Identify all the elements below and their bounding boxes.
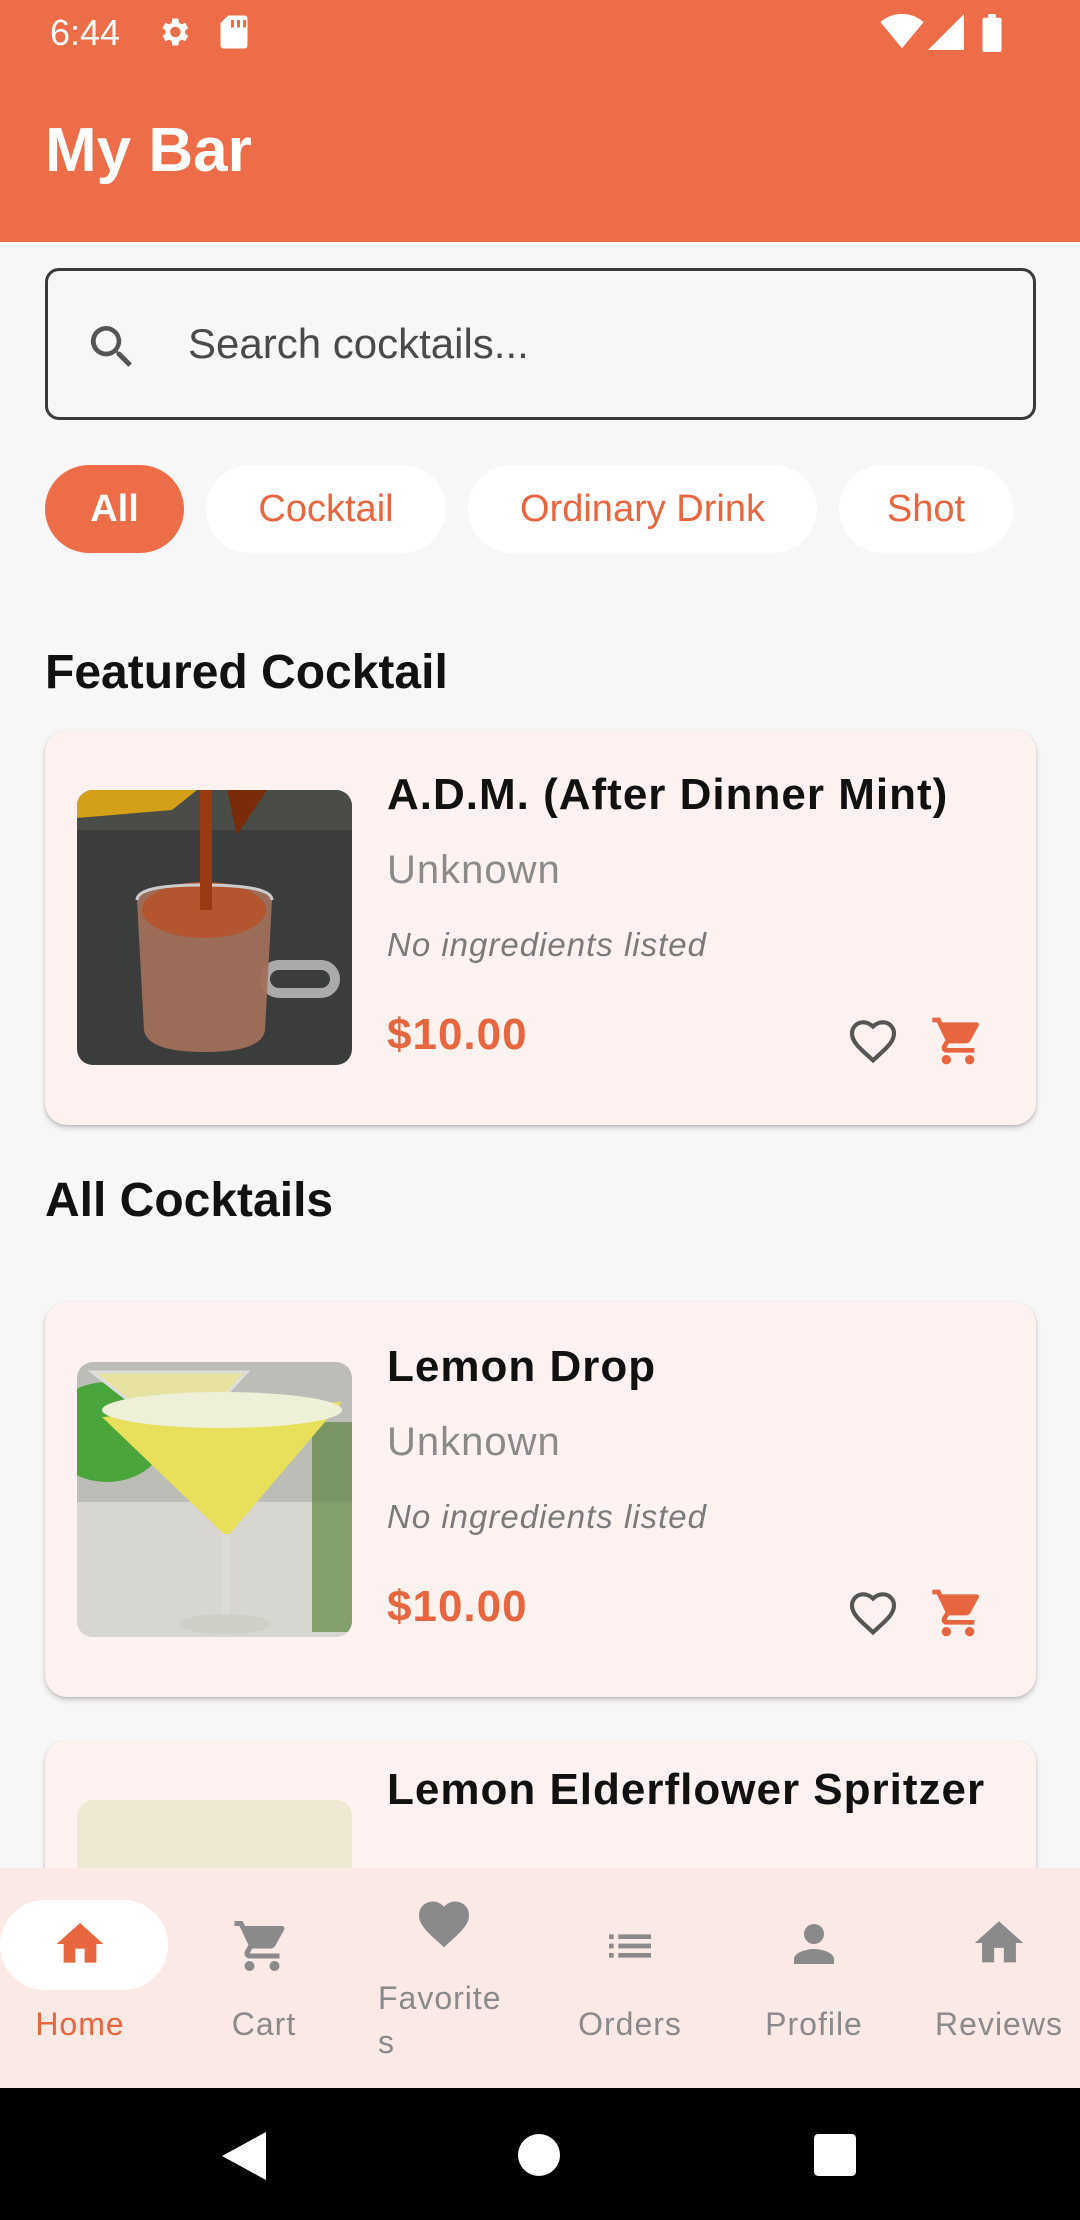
home-icon [974,1921,1024,1963]
add-to-cart-icon[interactable] [930,1013,986,1069]
nav-label: Profile [765,2006,863,2042]
nav-item-reviews[interactable]: Reviews [904,1868,1080,2088]
sd-card-icon [220,15,248,49]
cocktail-category: Unknown [387,848,561,892]
list-clip: Lemon Elderflower Spritzer [0,1740,1080,1868]
nav-item-home[interactable]: Home [0,1868,180,2088]
cart-icon [234,1921,285,1971]
cocktail-ingredients: No ingredients listed [387,926,707,963]
status-time: 6:44 [50,12,121,53]
cocktail-name: Lemon Drop [387,1342,657,1391]
cocktail-category: Unknown [387,1420,561,1464]
cocktail-price: $10.00 [387,1010,528,1059]
cocktail-image [77,790,352,1065]
back-icon[interactable] [222,2132,266,2180]
nav-label: Home [35,2006,125,2042]
filter-chip-ordinary-drink[interactable]: Ordinary Drink [468,465,817,553]
favorite-heart-icon[interactable] [845,1013,901,1069]
search-input[interactable] [188,307,988,381]
nav-label-wrap: s [378,2024,395,2060]
add-to-cart-icon[interactable] [930,1585,986,1641]
home-icon [56,1923,104,1963]
battery-icon [982,14,1002,52]
app-bar: 6:44 My Bar [0,0,1080,242]
list-icon [609,1934,651,1958]
wifi-icon [880,14,924,49]
nav-label: Favorite [378,1980,502,2016]
favorite-heart-icon[interactable] [845,1585,901,1641]
heart-icon [419,1901,469,1948]
nav-label: Cart [231,2006,297,2042]
cocktail-name: Lemon Elderflower Spritzer [387,1765,986,1814]
gear-icon [162,18,189,46]
cocktail-image [77,1362,352,1637]
system-navigation-bar [0,2088,1080,2220]
cocktail-price: $10.00 [387,1582,528,1631]
cocktail-card[interactable]: Lemon Elderflower Spritzer [45,1740,1036,1868]
search-icon [90,326,132,367]
featured-cocktail-card[interactable]: A.D.M. (After Dinner Mint) Unknown No in… [45,730,1036,1125]
nav-item-orders[interactable]: Orders [536,1868,724,2088]
home-circle-icon[interactable] [518,2134,560,2176]
filter-chip-cocktail[interactable]: Cocktail [206,465,446,553]
nav-label: Orders [578,2006,682,2042]
cocktail-card[interactable]: Lemon Drop Unknown No ingredients listed… [45,1302,1036,1697]
featured-heading: Featured Cocktail [45,646,448,699]
cocktail-ingredients: No ingredients listed [387,1498,707,1535]
page-title: My Bar [45,116,252,185]
person-icon [794,1924,834,1964]
recents-icon[interactable] [814,2134,856,2176]
signal-icon [928,14,964,50]
all-cocktails-heading: All Cocktails [45,1174,334,1227]
status-bar: 6:44 [0,0,1080,66]
bottom-navigation: Home Cart Favorite s Orders Profile Revi… [0,1868,1080,2088]
nav-item-profile[interactable]: Profile [724,1868,904,2088]
filter-chip-shot[interactable]: Shot [839,465,1013,553]
filter-chip-all[interactable]: All [45,465,184,553]
cocktail-name: A.D.M. (After Dinner Mint) [387,770,949,819]
cocktail-image [77,1800,352,1868]
nav-item-cart[interactable]: Cart [180,1868,348,2088]
nav-label: Reviews [935,2006,1063,2042]
nav-item-favorites[interactable]: Favorite s [348,1868,536,2088]
search-field[interactable] [45,268,1036,420]
